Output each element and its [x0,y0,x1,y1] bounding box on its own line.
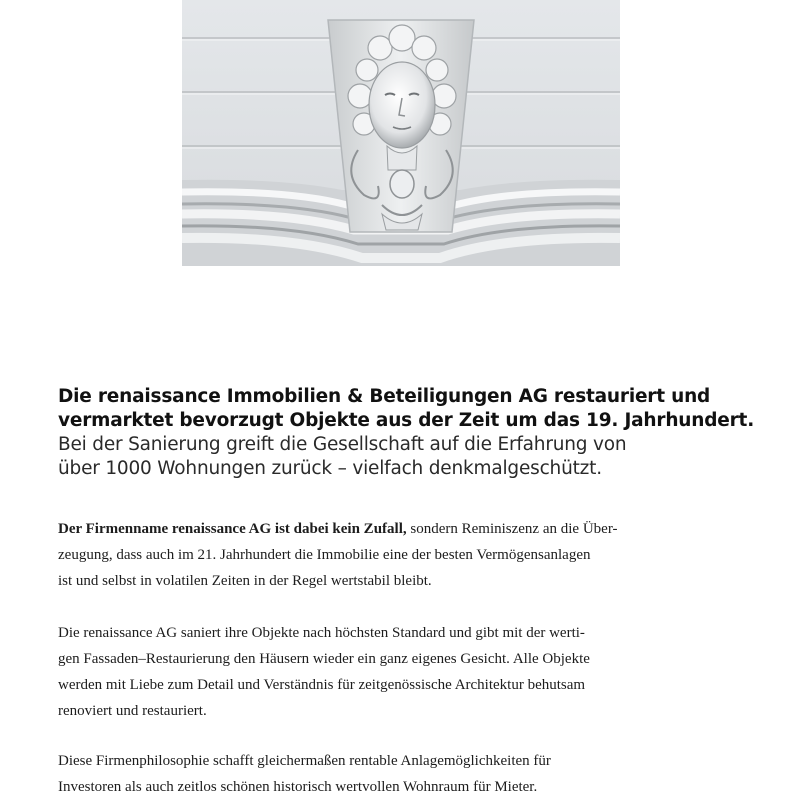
stucco-face-relief-image [182,0,620,266]
paragraph-3-line-2: Investoren als auch zeitlos schönen hist… [58,779,538,795]
paragraph-company-name: Der Firmenname renaissance AG ist dabei … [58,516,758,594]
paragraph-restoration: Die renaissance AG saniert ihre Objekte … [58,620,758,724]
facade-ornament-photo [182,0,620,266]
paragraph-1-line-2: zeugung, dass auch im 21. Jahrhundert di… [58,547,591,563]
intro-light-line-1: Bei der Sanierung greift die Gesellschaf… [58,434,627,455]
paragraph-philosophy: Diese Firmenphilosophie schafft gleicher… [58,748,758,800]
paragraph-2-line-3: werden mit Liebe zum Detail und Verständ… [58,677,586,693]
intro-light-line-2: über 1000 Wohnungen zurück – vielfach de… [58,458,602,479]
paragraph-1-bold-start: Der Firmenname renaissance AG ist dabei … [58,521,407,537]
paragraph-2-line-2: gen Fassaden–Restaurierung den Häusern w… [58,651,590,667]
intro-bold-line-2: vermarktet bevorzugt Objekte aus der Zei… [58,410,755,431]
paragraph-2-line-4: renoviert und restauriert. [58,703,207,719]
intro-bold-line-1: Die renaissance Immobilien & Beteiligung… [58,386,711,407]
paragraph-3-line-1: Diese Firmenphilosophie schafft gleicher… [58,753,551,769]
paragraph-1-line-1: Der Firmenname renaissance AG ist dabei … [58,516,758,542]
paragraph-1-line-1-rest: sondern Reminiszenz an die Über- [406,521,618,537]
intro-block: Die renaissance Immobilien & Beteiligung… [58,385,778,481]
paragraph-2-line-1: Die renaissance AG saniert ihre Objekte … [58,625,585,641]
paragraph-1-line-3: ist und selbst in volatilen Zeiten in de… [58,573,432,589]
